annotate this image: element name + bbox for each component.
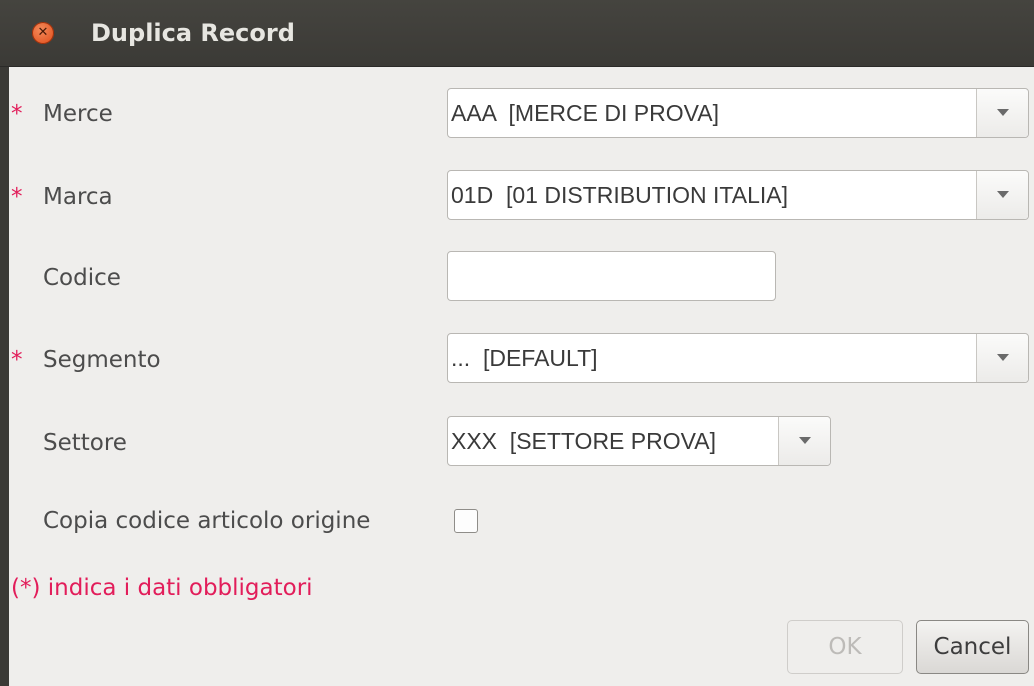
required-marker: *: [11, 347, 23, 373]
copia-codice-label: Copia codice articolo origine: [43, 508, 371, 534]
ok-button[interactable]: OK: [787, 620, 903, 674]
settore-dropdown-button[interactable]: [778, 417, 830, 465]
window-title: Duplica Record: [91, 19, 295, 47]
merce-dropdown-button[interactable]: [976, 89, 1028, 137]
settore-value: XXX [SETTORE PROVA]: [451, 428, 716, 454]
marca-label: Marca: [43, 184, 113, 210]
segmento-dropdown-button[interactable]: [976, 334, 1028, 382]
chevron-down-icon: [997, 109, 1009, 116]
required-note: (*) indica i dati obbligatori: [11, 575, 313, 601]
merce-value: AAA [MERCE DI PROVA]: [451, 100, 719, 126]
segmento-label: Segmento: [43, 347, 161, 373]
segmento-value: ... [DEFAULT]: [451, 345, 598, 371]
settore-label: Settore: [43, 430, 127, 456]
codice-input[interactable]: [447, 251, 776, 301]
merce-label: Merce: [43, 101, 113, 127]
chevron-down-icon: [997, 191, 1009, 198]
copia-codice-checkbox[interactable]: [454, 509, 478, 533]
merce-combo[interactable]: AAA [MERCE DI PROVA]: [447, 88, 1029, 138]
settore-combo[interactable]: XXX [SETTORE PROVA]: [447, 416, 831, 466]
marca-combo[interactable]: 01D [01 DISTRIBUTION ITALIA]: [447, 170, 1029, 220]
title-bar: ✕ Duplica Record: [0, 0, 1034, 67]
chevron-down-icon: [799, 437, 811, 444]
cancel-button[interactable]: Cancel: [916, 620, 1029, 674]
required-marker: *: [11, 101, 23, 127]
required-marker: *: [11, 184, 23, 210]
close-icon[interactable]: ✕: [32, 22, 54, 44]
segmento-combo[interactable]: ... [DEFAULT]: [447, 333, 1029, 383]
marca-value: 01D [01 DISTRIBUTION ITALIA]: [451, 182, 788, 208]
codice-label: Codice: [43, 265, 121, 291]
chevron-down-icon: [997, 354, 1009, 361]
marca-dropdown-button[interactable]: [976, 171, 1028, 219]
window-border: [0, 67, 9, 686]
